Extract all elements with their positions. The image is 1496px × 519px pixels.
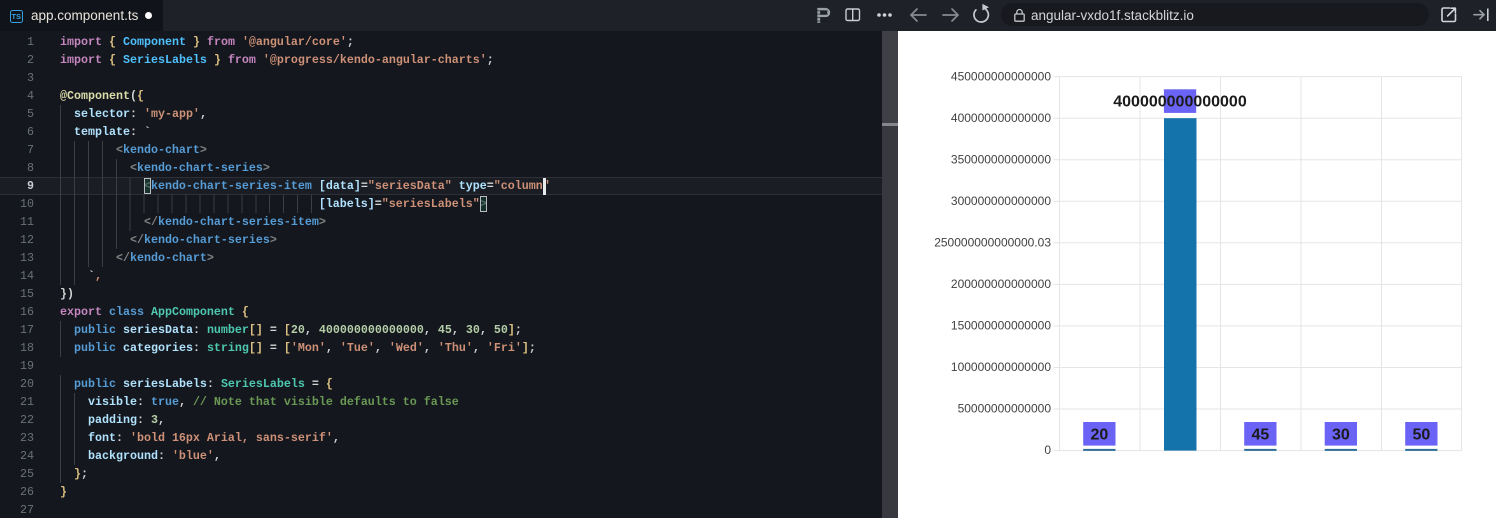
svg-text:50: 50 (1413, 426, 1431, 443)
svg-text:400000000000000: 400000000000000 (1113, 94, 1247, 111)
svg-text:0: 0 (1044, 443, 1051, 457)
svg-text:20: 20 (1091, 426, 1109, 443)
svg-text:100000000000000: 100000000000000 (951, 360, 1051, 374)
svg-text:350000000000000: 350000000000000 (951, 153, 1051, 167)
svg-text:450000000000000: 450000000000000 (951, 70, 1051, 84)
svg-text:300000000000000: 300000000000000 (951, 194, 1051, 208)
svg-text:200000000000000: 200000000000000 (951, 277, 1051, 291)
svg-text:30: 30 (1332, 426, 1350, 443)
svg-text:150000000000000: 150000000000000 (951, 319, 1051, 333)
svg-text:250000000000000.03: 250000000000000.03 (934, 236, 1051, 250)
svg-text:400000000000000: 400000000000000 (951, 111, 1051, 125)
svg-text:45: 45 (1252, 426, 1270, 443)
svg-text:50000000000000: 50000000000000 (958, 402, 1052, 416)
